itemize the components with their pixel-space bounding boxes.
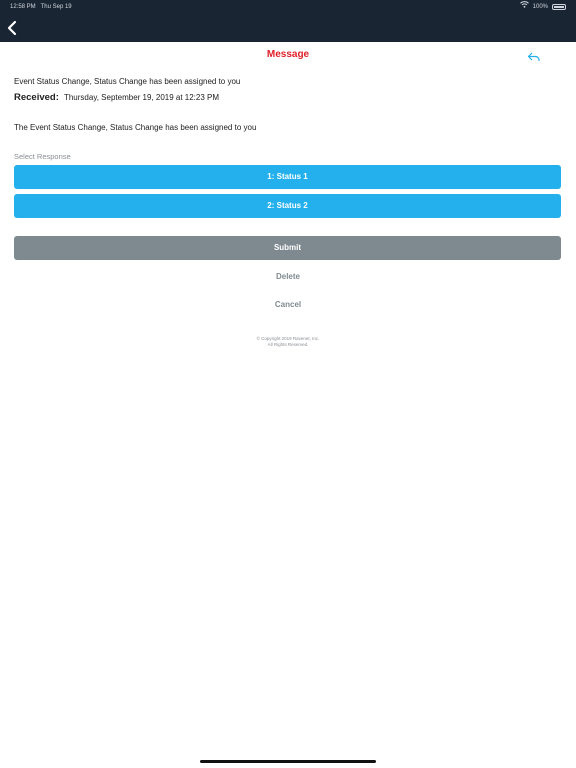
message-subject: Event Status Change, Status Change has b…: [14, 77, 241, 86]
status-indicators: 100%: [519, 0, 566, 14]
battery-text: 100%: [532, 4, 548, 10]
received-label: Received:: [14, 92, 59, 103]
status-time: 12:58 PM Thu Sep 19: [10, 0, 72, 14]
received-row: Received: Thursday, September 19, 2019 a…: [14, 92, 219, 103]
received-value: Thursday, September 19, 2019 at 12:23 PM: [63, 93, 220, 102]
status-date-text: Thu Sep 19: [40, 4, 72, 10]
delete-button[interactable]: Delete: [0, 272, 576, 281]
response-option-2-button[interactable]: 2: Status 2: [14, 194, 561, 218]
back-button[interactable]: [4, 16, 24, 40]
status-time-text: 12:58 PM: [10, 4, 36, 10]
reply-button[interactable]: [527, 50, 541, 62]
message-body: The Event Status Change, Status Change h…: [14, 123, 257, 132]
footer: © Copyright 2019 Rave­net, Inc. All Righ…: [0, 336, 576, 348]
select-response-label: Select Response: [14, 152, 71, 161]
wifi-icon: [519, 0, 529, 14]
page-title: Message: [266, 49, 310, 60]
response-option-1-button[interactable]: 1: Status 1: [14, 165, 561, 189]
rights-text: All Rights Reserved.: [267, 342, 309, 347]
reply-icon: [527, 50, 541, 67]
battery-icon: [552, 4, 566, 10]
cancel-button[interactable]: Cancel: [0, 300, 576, 309]
nav-bar: [0, 14, 576, 42]
submit-button[interactable]: Submit: [14, 236, 561, 260]
message-sheet: Message Event Status Change, Status Chan…: [0, 42, 576, 768]
status-bar: 12:58 PM Thu Sep 19 100%: [0, 0, 576, 14]
home-indicator: [200, 760, 376, 763]
